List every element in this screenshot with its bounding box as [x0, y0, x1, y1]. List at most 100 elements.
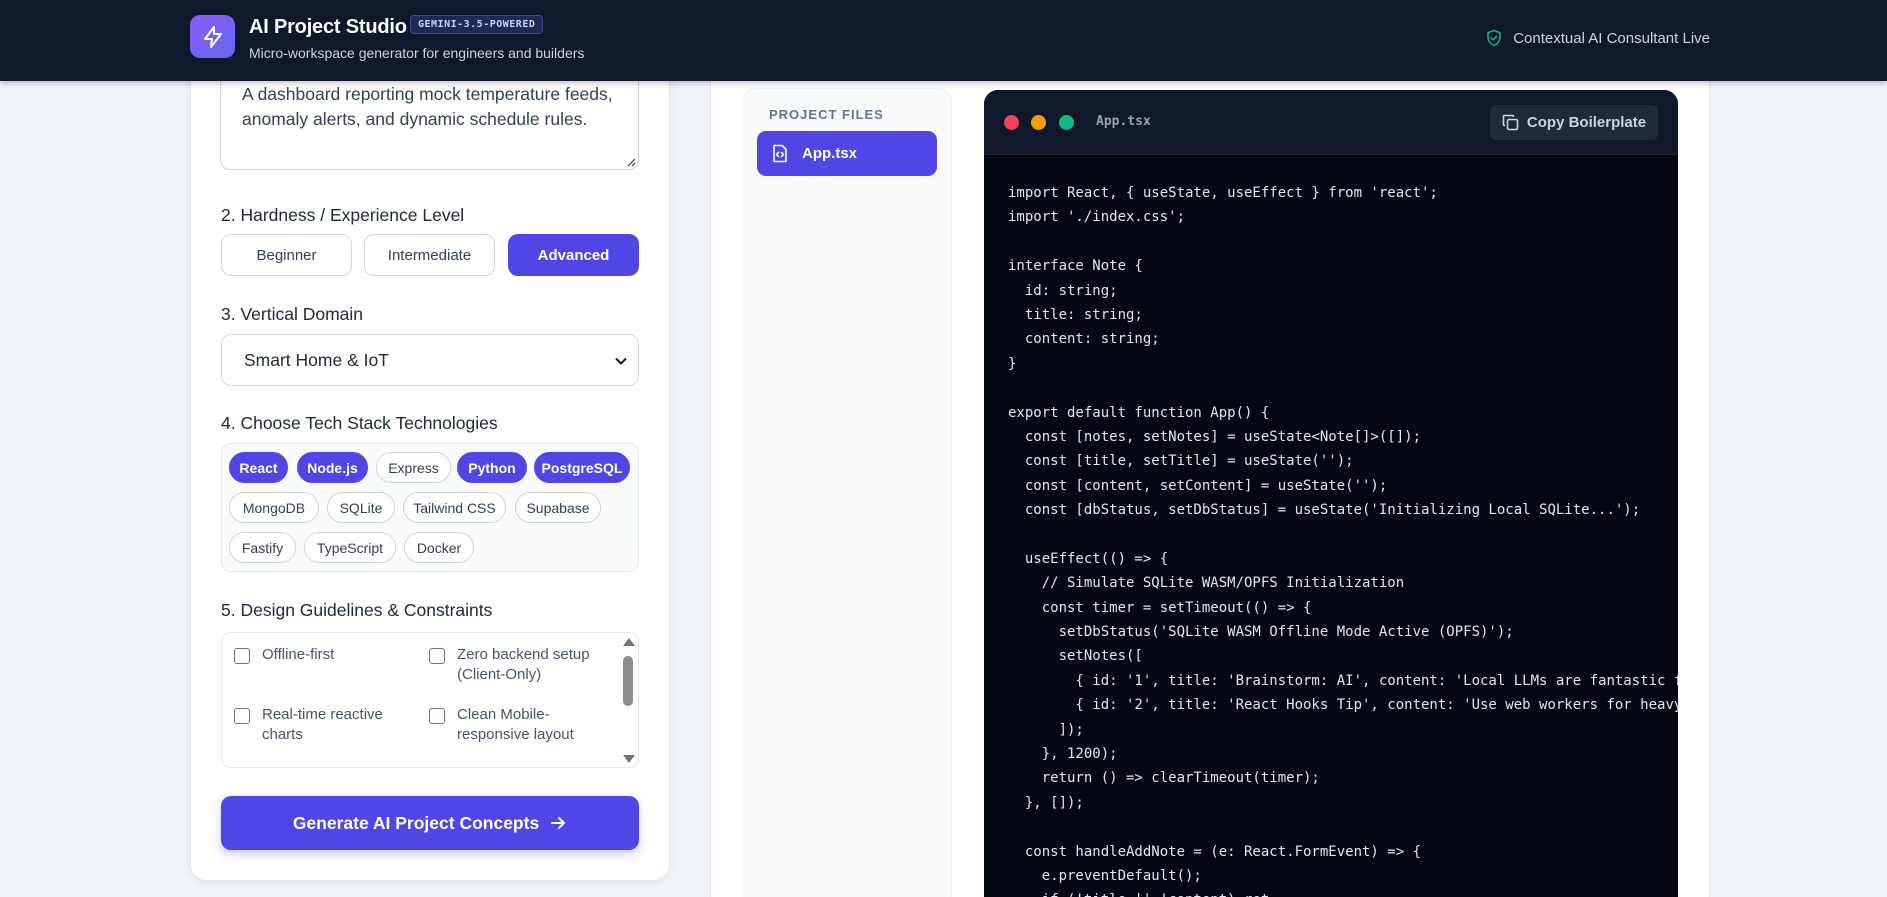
level-advanced-button[interactable]: Advanced	[508, 234, 639, 276]
guideline-label: Zero backend setup (Client-Only)	[457, 646, 590, 683]
code-content: import React, { useState, useEffect } fr…	[1008, 181, 1678, 897]
guideline-label: Clean Mobile-responsive layout	[457, 706, 574, 743]
scroll-up-arrow-icon[interactable]	[623, 638, 635, 646]
resize-handle-icon[interactable]	[626, 157, 636, 167]
code-line: import './index.css';	[1008, 209, 1186, 226]
code-line: return () => clearTimeout(timer);	[1008, 770, 1320, 787]
guidelines-list: Offline-first Zero backend setup (Client…	[221, 632, 639, 768]
guideline-mobile-responsive[interactable]: Clean Mobile-responsive layout	[429, 705, 599, 745]
window-minimize-dot	[1031, 115, 1046, 130]
domain-section-label: 3. Vertical Domain	[221, 304, 364, 324]
code-line: const [notes, setNotes] = useState<Note[…	[1008, 428, 1422, 445]
code-line: import React, { useState, useEffect } fr…	[1008, 185, 1438, 201]
checkbox[interactable]	[429, 767, 445, 768]
code-line: { id: '2', title: 'React Hooks Tip', con…	[1008, 697, 1678, 714]
chip-fastify[interactable]: Fastify	[229, 532, 296, 563]
code-line: }, []);	[1008, 794, 1084, 811]
project-files-title: PROJECT FILES	[769, 107, 884, 122]
domain-selected-value: Smart Home & IoT	[244, 349, 389, 370]
checkbox[interactable]	[429, 708, 445, 724]
code-editor: App.tsx Copy Boilerplate import React, {…	[984, 90, 1678, 897]
guidelines-section-label: 5. Design Guidelines & Constraints	[221, 600, 493, 620]
chip-nodejs[interactable]: Node.js	[297, 452, 368, 483]
code-line: content: string;	[1008, 331, 1160, 348]
code-line: const [content, setContent] = useState('…	[1008, 477, 1388, 494]
code-line: const handleAddNote = (e: React.FormEven…	[1008, 843, 1422, 860]
stack-section-label: 4. Choose Tech Stack Technologies	[221, 413, 498, 433]
window-close-dot	[1004, 115, 1019, 130]
scroll-down-arrow-icon[interactable]	[623, 755, 635, 763]
status-text: Contextual AI Consultant Live	[1513, 29, 1710, 47]
model-badge: GEMINI-3.5-POWERED	[410, 15, 544, 34]
chevron-down-icon	[615, 357, 627, 365]
copy-boilerplate-button[interactable]: Copy Boilerplate	[1490, 105, 1658, 140]
code-line: ]);	[1008, 721, 1084, 738]
checkbox[interactable]	[234, 648, 250, 664]
code-line: const [dbStatus, setDbStatus] = useState…	[1008, 502, 1641, 519]
app-title: AI Project Studio	[249, 16, 407, 38]
chip-mongodb[interactable]: MongoDB	[229, 492, 319, 523]
code-line: }	[1008, 355, 1017, 372]
file-item-app-tsx[interactable]: App.tsx	[757, 131, 937, 176]
file-name: App.tsx	[802, 145, 858, 162]
chip-express[interactable]: Express	[376, 452, 451, 483]
shield-check-icon	[1487, 29, 1501, 47]
consultant-status: Contextual AI Consultant Live	[1485, 28, 1710, 48]
lightning-bolt-icon	[203, 25, 222, 48]
code-line: const timer = setTimeout(() => {	[1008, 599, 1312, 616]
chip-sqlite[interactable]: SQLite	[327, 492, 395, 523]
checkbox[interactable]	[234, 767, 250, 768]
file-code-icon	[773, 144, 787, 163]
level-section-label: 2. Hardness / Experience Level	[221, 205, 465, 225]
generate-concepts-button[interactable]: Generate AI Project Concepts	[221, 796, 639, 850]
checkbox[interactable]	[234, 708, 250, 724]
chip-supabase[interactable]: Supabase	[515, 492, 601, 523]
app-subtitle: Micro-workspace generator for engineers …	[249, 45, 585, 61]
top-header: AI Project Studio GEMINI-3.5-POWERED Mic…	[0, 0, 1887, 81]
code-line: e.preventDefault();	[1008, 867, 1202, 884]
code-line: title: string;	[1008, 306, 1143, 323]
vertical-domain-select[interactable]: Smart Home & IoT	[221, 334, 639, 386]
code-line: setNotes([	[1008, 648, 1143, 665]
window-maximize-dot	[1059, 115, 1074, 130]
chip-postgresql[interactable]: PostgreSQL	[534, 452, 630, 483]
guidelines-scrollbar[interactable]	[619, 634, 637, 766]
code-line: id: string;	[1008, 282, 1118, 299]
level-intermediate-button[interactable]: Intermediate	[364, 234, 495, 276]
app-logo	[190, 15, 235, 58]
chip-tailwind-css[interactable]: Tailwind CSS	[403, 492, 506, 523]
project-files-sidebar	[742, 88, 952, 897]
guideline-label: Real-time reactive charts	[262, 706, 383, 743]
code-line: setDbStatus('SQLite WASM Offline Mode Ac…	[1008, 624, 1514, 641]
code-line: interface Note {	[1008, 258, 1143, 275]
chip-react[interactable]: React	[229, 452, 288, 483]
editor-filename: App.tsx	[1096, 114, 1151, 129]
code-line: }, 1200);	[1008, 745, 1118, 762]
generate-button-label: Generate AI Project Concepts	[292, 812, 540, 833]
checkbox[interactable]	[429, 648, 445, 664]
code-line: export default function App() {	[1008, 404, 1270, 421]
copy-button-label: Copy Boilerplate	[1526, 114, 1647, 131]
code-line: if (!title || !content) ret	[1008, 888, 1678, 897]
chip-typescript[interactable]: TypeScript	[304, 532, 396, 563]
description-value: A dashboard reporting mock temperature f…	[242, 84, 613, 129]
code-line: useEffect(() => {	[1008, 550, 1169, 567]
guideline-offline-first[interactable]: Offline-first	[234, 645, 414, 665]
scroll-thumb[interactable]	[623, 656, 633, 706]
guideline-label: Offline-first	[262, 646, 335, 663]
guideline-realtime-charts[interactable]: Real-time reactive charts	[234, 705, 394, 745]
level-beginner-button[interactable]: Beginner	[221, 234, 352, 276]
code-line: const [title, setTitle] = useState('');	[1008, 453, 1354, 470]
editor-toolbar: App.tsx Copy Boilerplate	[984, 90, 1678, 155]
guideline-zero-backend[interactable]: Zero backend setup (Client-Only)	[429, 645, 619, 685]
copy-icon	[1502, 114, 1519, 131]
code-line: { id: '1', title: 'Brainstorm: AI', cont…	[1008, 672, 1678, 689]
chip-python[interactable]: Python	[457, 452, 527, 483]
arrow-right-icon	[551, 817, 566, 829]
code-line: // Simulate SQLite WASM/OPFS Initializat…	[1008, 575, 1405, 592]
chip-docker[interactable]: Docker	[404, 532, 474, 563]
